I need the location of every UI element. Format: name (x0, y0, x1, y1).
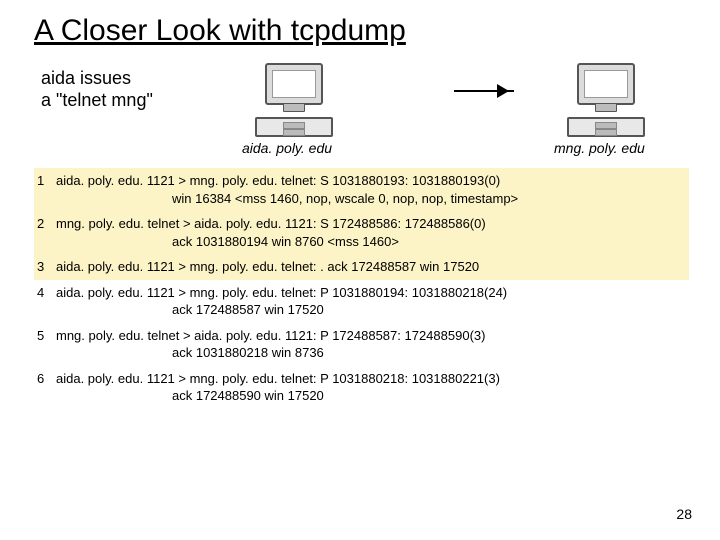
row-line: mng. poly. edu. telnet > aida. poly. edu… (56, 328, 485, 343)
tower-icon (255, 117, 333, 137)
dump-row: 1aida. poly. edu. 1121 > mng. poly. edu.… (34, 168, 689, 211)
row-number: 2 (34, 215, 56, 233)
computer-icon (561, 63, 651, 137)
slide-root: A Closer Look with tcpdump aida issues a… (0, 0, 720, 540)
row-line: aida. poly. edu. 1121 > mng. poly. edu. … (56, 173, 500, 188)
dump-row: 3aida. poly. edu. 1121 > mng. poly. edu.… (34, 254, 689, 280)
row-text: mng. poly. edu. telnet > aida. poly. edu… (56, 327, 687, 362)
host-label-aida: aida. poly. edu (242, 140, 332, 156)
dump-row: 4aida. poly. edu. 1121 > mng. poly. edu.… (34, 280, 689, 323)
caption-line-1: aida issues (41, 68, 131, 88)
row-line: aida. poly. edu. 1121 > mng. poly. edu. … (56, 371, 500, 386)
row-line: mng. poly. edu. telnet > aida. poly. edu… (56, 216, 486, 231)
row-line: aida. poly. edu. 1121 > mng. poly. edu. … (56, 285, 507, 300)
computer-icon (249, 63, 339, 137)
caption-line-2: a "telnet mng" (41, 90, 153, 110)
row-line: ack 1031880194 win 8760 <mss 1460> (56, 233, 687, 251)
row-line: aida. poly. edu. 1121 > mng. poly. edu. … (56, 259, 479, 274)
monitor-icon (577, 63, 635, 105)
row-number: 4 (34, 284, 56, 302)
monitor-icon (265, 63, 323, 105)
tcpdump-table: 1aida. poly. edu. 1121 > mng. poly. edu.… (34, 168, 689, 409)
row-text: aida. poly. edu. 1121 > mng. poly. edu. … (56, 284, 687, 319)
dump-row: 2mng. poly. edu. telnet > aida. poly. ed… (34, 211, 689, 254)
row-line: win 16384 <mss 1460, nop, wscale 0, nop,… (56, 190, 687, 208)
row-number: 3 (34, 258, 56, 276)
row-text: aida. poly. edu. 1121 > mng. poly. edu. … (56, 172, 687, 207)
arrow-right-icon (454, 90, 514, 92)
row-line: ack 172488587 win 17520 (56, 301, 687, 319)
dump-row: 5mng. poly. edu. telnet > aida. poly. ed… (34, 323, 689, 366)
row-text: mng. poly. edu. telnet > aida. poly. edu… (56, 215, 687, 250)
row-text: aida. poly. edu. 1121 > mng. poly. edu. … (56, 258, 687, 276)
row-line: ack 1031880218 win 8736 (56, 344, 687, 362)
tower-icon (567, 117, 645, 137)
row-text: aida. poly. edu. 1121 > mng. poly. edu. … (56, 370, 687, 405)
row-number: 5 (34, 327, 56, 345)
row-number: 1 (34, 172, 56, 190)
slide-title: A Closer Look with tcpdump (34, 14, 686, 48)
connection-diagram: aida issues a "telnet mng" aida. poly. e… (34, 58, 686, 158)
caption-text: aida issues a "telnet mng" (41, 68, 153, 111)
dump-row: 6aida. poly. edu. 1121 > mng. poly. edu.… (34, 366, 689, 409)
page-number: 28 (676, 506, 692, 522)
row-line: ack 172488590 win 17520 (56, 387, 687, 405)
row-number: 6 (34, 370, 56, 388)
host-label-mng: mng. poly. edu (554, 140, 645, 156)
